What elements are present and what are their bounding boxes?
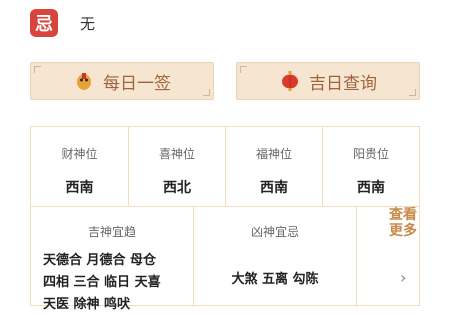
daily-lot-button[interactable]: 每日一签: [30, 62, 214, 100]
lot-icon: [73, 70, 95, 92]
lucky-day-label: 吉日查询: [309, 73, 377, 94]
auspicious-line: 天德合 月德合 母仓: [43, 253, 157, 268]
view-more-link[interactable]: 查看更多: [389, 207, 419, 239]
gods-grid: 财神位 西南 喜神位 西北 福神位 西南 阳贵位 西南 吉神宜趋 天德合 月德合…: [30, 126, 420, 312]
chevron-right-icon[interactable]: ›: [400, 268, 406, 287]
god-cell-noble: 阳贵位 西南: [323, 127, 419, 207]
god-value: 西南: [260, 180, 288, 196]
god-title: 财神位: [61, 147, 98, 161]
auspicious-list: 天德合 月德合 母仓 四相 三合 临日 天喜 天医 除神 鸣吠: [31, 250, 193, 316]
god-value: 西北: [163, 180, 191, 196]
inauspicious-title: 凶神宜忌: [250, 225, 299, 239]
god-value: 西南: [65, 180, 94, 196]
god-cell-joy: 喜神位 西北: [129, 127, 226, 207]
inauspicious-line: 大煞 五离 勾陈: [231, 272, 319, 287]
ji-badge: 忌: [30, 9, 58, 37]
daily-lot-label: 每日一签: [103, 73, 171, 94]
god-title: 福神位: [255, 147, 292, 161]
lucky-day-button[interactable]: 吉日查询: [236, 62, 420, 100]
ji-value: 无: [80, 14, 96, 33]
auspicious-gods-panel: 吉神宜趋 天德合 月德合 母仓 四相 三合 临日 天喜 天医 除神 鸣吠: [31, 207, 194, 312]
god-cell-fortune: 福神位 西南: [226, 127, 323, 207]
lantern-icon: [279, 70, 301, 92]
god-value: 西南: [357, 180, 385, 196]
auspicious-title: 吉神宜趋: [87, 225, 136, 239]
god-title: 喜神位: [158, 147, 195, 161]
auspicious-line: 四相 三合 临日 天喜: [43, 275, 161, 290]
inauspicious-gods-panel: 凶神宜忌 大煞 五离 勾陈: [194, 207, 357, 307]
auspicious-line: 天医 除神 鸣吠: [43, 297, 131, 312]
god-title: 阳贵位: [352, 147, 389, 161]
ji-row: 忌 无: [30, 8, 95, 38]
god-cell-wealth: 财神位 西南: [31, 127, 129, 207]
